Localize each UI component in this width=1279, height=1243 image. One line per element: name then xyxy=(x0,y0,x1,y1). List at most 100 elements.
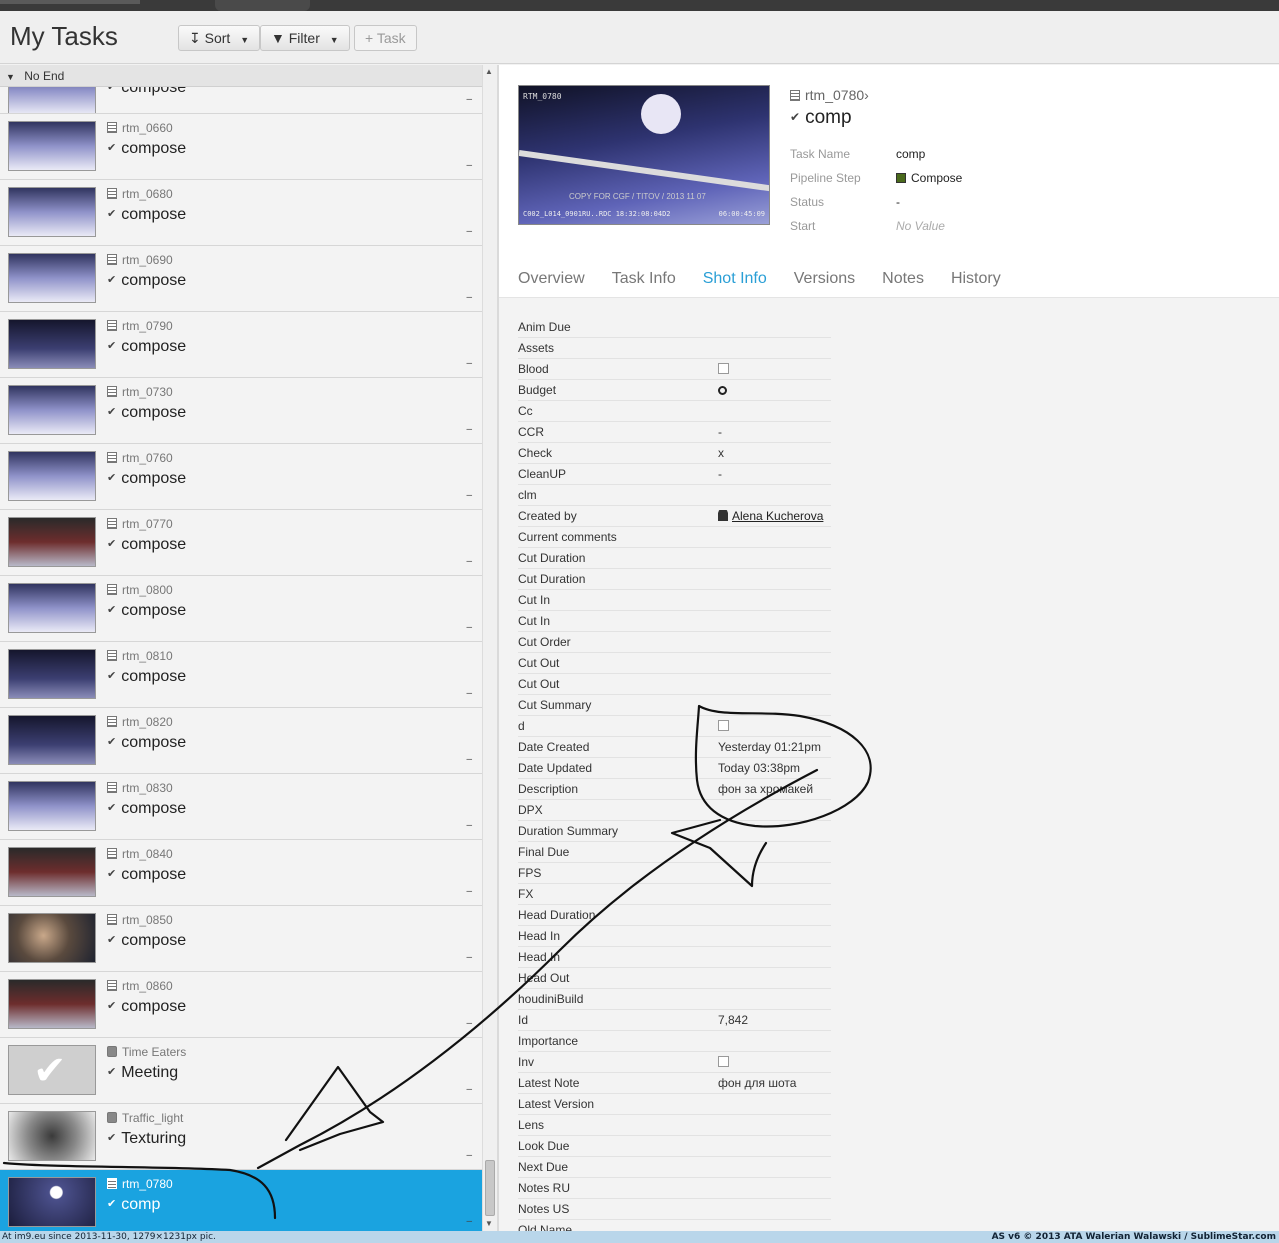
task-status: – xyxy=(466,424,472,435)
task-name: ✔ compose xyxy=(107,998,186,1016)
status-check-icon: ✔ xyxy=(107,604,117,616)
film-icon xyxy=(107,386,117,397)
task-thumbnail xyxy=(8,715,96,765)
field-value: - xyxy=(718,422,722,442)
scroll-up-arrow-icon[interactable]: ▲ xyxy=(485,67,493,76)
task-list-item[interactable]: rtm_0850 ✔ compose – xyxy=(0,906,482,972)
field-value-text[interactable]: фон за хромакей xyxy=(718,782,813,796)
tab-task-info[interactable]: Task Info xyxy=(612,270,676,288)
top-nav-tab[interactable] xyxy=(215,0,310,11)
task-list-item[interactable]: ✔ Time Eaters ✔ Meeting – xyxy=(0,1038,482,1104)
task-status: – xyxy=(466,952,472,963)
task-name: ✔ Texturing xyxy=(107,1130,186,1148)
task-list-item[interactable]: rtm_0660 ✔ compose – xyxy=(0,114,482,180)
field-value-text[interactable]: фон для шота xyxy=(718,1076,796,1090)
field-value: фон за хромакей xyxy=(718,779,813,799)
task-list-item[interactable]: ✔ compose – xyxy=(0,87,482,114)
task-status: – xyxy=(466,490,472,501)
task-name: ✔ compose xyxy=(107,338,186,356)
task-list-item[interactable]: rtm_0810 ✔ compose – xyxy=(0,642,482,708)
tab-overview[interactable]: Overview xyxy=(518,270,585,288)
task-entity: rtm_0790 xyxy=(107,319,173,333)
field-value xyxy=(718,380,727,400)
field-label: Cut Summary xyxy=(518,698,592,712)
task-list-item[interactable]: rtm_0840 ✔ compose – xyxy=(0,840,482,906)
field-value-text[interactable]: Yesterday 01:21pm xyxy=(718,740,821,754)
field-value-text[interactable]: 7,842 xyxy=(718,1013,748,1027)
meta-value[interactable]: Compose xyxy=(911,171,962,185)
task-list-item[interactable]: rtm_0680 ✔ compose – xyxy=(0,180,482,246)
group-header[interactable]: ▼ No End xyxy=(0,65,482,87)
status-check-icon: ✔ xyxy=(107,868,117,880)
task-entity: rtm_0680 xyxy=(107,187,173,201)
field-value xyxy=(718,716,729,736)
task-list-item[interactable]: rtm_0800 ✔ compose – xyxy=(0,576,482,642)
status-check-icon: ✔ xyxy=(107,1066,117,1078)
field-value-text[interactable]: - xyxy=(718,425,722,439)
user-link[interactable]: Alena Kucherova xyxy=(732,509,823,523)
status-check-icon: ✔ xyxy=(107,670,117,682)
field-label: Latest Note xyxy=(518,1076,580,1090)
task-list-item[interactable]: rtm_0820 ✔ compose – xyxy=(0,708,482,774)
task-list-item[interactable]: rtm_0860 ✔ compose – xyxy=(0,972,482,1038)
task-list-item[interactable]: rtm_0690 ✔ compose – xyxy=(0,246,482,312)
task-entity-name: rtm_0810 xyxy=(122,649,173,663)
task-list-item[interactable]: rtm_0760 ✔ compose – xyxy=(0,444,482,510)
detail-task-title: ✔ comp xyxy=(790,107,852,129)
task-list-scrollbar[interactable]: ▲ ▼ xyxy=(482,65,497,1231)
meta-value[interactable]: - xyxy=(896,195,900,209)
task-status: – xyxy=(466,820,472,831)
status-check-icon: ✔ xyxy=(107,142,117,154)
field-checkbox[interactable] xyxy=(718,363,729,374)
task-list-item[interactable]: rtm_0770 ✔ compose – xyxy=(0,510,482,576)
meta-value[interactable]: comp xyxy=(896,147,925,161)
task-name: ✔ compose xyxy=(107,668,186,686)
task-list-item[interactable]: Traffic_light ✔ Texturing – xyxy=(0,1104,482,1170)
task-name-text: Meeting xyxy=(121,1064,179,1081)
status-circle-icon[interactable] xyxy=(718,386,727,395)
app-logo[interactable] xyxy=(0,0,140,4)
film-icon xyxy=(790,90,800,101)
field-value-text[interactable]: x xyxy=(718,446,724,460)
preview-thumbnail[interactable]: RTM_0780 COPY FOR CGF / TITOV / 2013 11 … xyxy=(518,85,770,225)
add-task-button[interactable]: + Task xyxy=(354,25,417,51)
field-label: Cut Duration xyxy=(518,572,586,586)
detail-entity-link[interactable]: rtm_0780› xyxy=(790,87,869,103)
meta-value[interactable]: No Value xyxy=(896,219,945,233)
field-label: DPX xyxy=(518,803,543,817)
scrollbar-thumb[interactable] xyxy=(485,1160,495,1216)
task-list-item[interactable]: rtm_0730 ✔ compose – xyxy=(0,378,482,444)
field-label: Cut Order xyxy=(518,635,571,649)
field-checkbox[interactable] xyxy=(718,1056,729,1067)
filter-button[interactable]: ▼ Filter ▼ xyxy=(260,25,350,51)
field-checkbox[interactable] xyxy=(718,720,729,731)
task-entity: rtm_0830 xyxy=(107,781,173,795)
tab-notes[interactable]: Notes xyxy=(882,270,924,288)
task-list-item[interactable]: rtm_0830 ✔ compose – xyxy=(0,774,482,840)
task-name-text: compose xyxy=(121,998,187,1015)
field-row: Look Due xyxy=(518,1136,831,1157)
page-header: My Tasks ↧ Sort ▼ ▼ Filter ▼ + Task xyxy=(0,11,1279,64)
tab-history[interactable]: History xyxy=(951,270,1001,288)
task-name: ✔ compose xyxy=(107,470,186,488)
field-value-text[interactable]: Today 03:38pm xyxy=(718,761,800,775)
task-entity-name: rtm_0760 xyxy=(122,451,173,465)
task-name-text: compose xyxy=(121,404,187,421)
field-value: Yesterday 01:21pm xyxy=(718,737,821,757)
scroll-down-arrow-icon[interactable]: ▼ xyxy=(485,1219,493,1228)
status-check-icon: ✔ xyxy=(107,934,117,946)
field-value-text[interactable]: - xyxy=(718,467,722,481)
field-label: Id xyxy=(518,1013,529,1027)
sort-button[interactable]: ↧ Sort ▼ xyxy=(178,25,261,51)
field-label: CCR xyxy=(518,425,544,439)
task-list-item[interactable]: rtm_0790 ✔ compose – xyxy=(0,312,482,378)
field-label: FX xyxy=(518,887,534,901)
tab-shot-info[interactable]: Shot Info xyxy=(703,270,767,288)
task-thumbnail xyxy=(8,87,96,113)
field-label: Head In xyxy=(518,950,561,964)
tab-versions[interactable]: Versions xyxy=(794,270,855,288)
task-entity: rtm_0770 xyxy=(107,517,173,531)
task-list-item[interactable]: rtm_0780 ✔ comp – xyxy=(0,1170,482,1231)
task-name-text: Texturing xyxy=(121,1130,187,1147)
task-status: – xyxy=(466,292,472,303)
